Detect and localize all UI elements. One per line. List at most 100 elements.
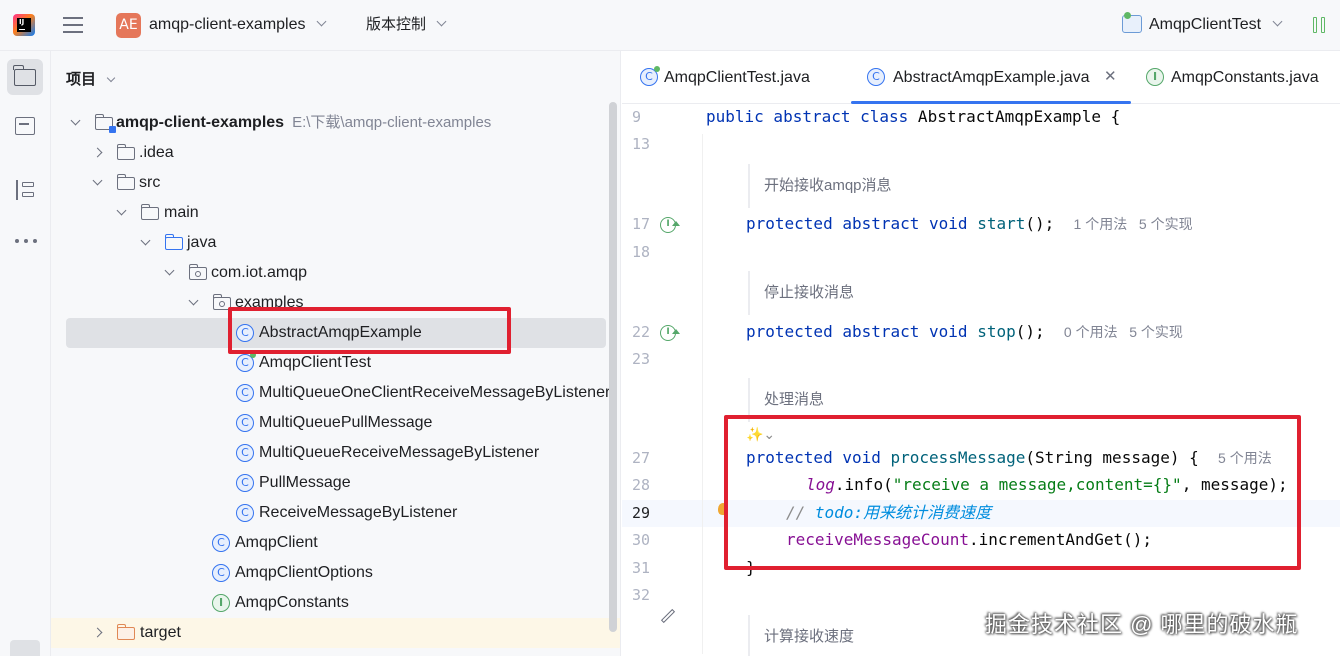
tree-item-receive-message[interactable]: C ReceiveMessageByListener [66, 498, 606, 528]
annotation-box-code [724, 415, 1301, 570]
folder-icon [13, 65, 36, 86]
project-tool-button[interactable] [7, 59, 43, 95]
doc-comment-start: 开始接收amqp消息 [748, 164, 892, 208]
logo-text: IJ [19, 18, 25, 26]
project-panel-title[interactable]: 项目 [66, 68, 116, 89]
class-icon: C [212, 534, 230, 552]
tree-item-label: .idea [139, 144, 174, 161]
watermark: 掘金技术社区 @ 哪里的破水瓶 [985, 612, 1299, 637]
expand-arrow-icon[interactable] [92, 147, 103, 158]
run-config-icon [1122, 12, 1142, 33]
tree-item-root[interactable]: amqp-client-examples E:\下载\amqp-client-ex… [66, 108, 606, 138]
tree-item-label: AmqpClientOptions [235, 564, 373, 581]
runnable-class-icon: C [640, 66, 660, 86]
line-number: 17 [632, 215, 651, 233]
more-icon [15, 239, 37, 243]
project-badge[interactable]: AE [116, 13, 141, 38]
expand-arrow-icon[interactable] [116, 205, 127, 216]
tree-item-main[interactable]: main [66, 198, 606, 228]
chevron-down-icon [1272, 16, 1282, 27]
tab-label: AbstractAmqpExample.java [893, 69, 1090, 86]
tree-item-amqp-client[interactable]: C AmqpClient [66, 528, 606, 558]
tree-item-label: AmqpClient [235, 534, 318, 551]
status-icon[interactable] [10, 640, 40, 656]
tree-item-pull-message[interactable]: C PullMessage [66, 468, 606, 498]
code-line-22: protected abstract void stop(); 0 个用法 5 … [746, 322, 1183, 342]
main-menu-icon[interactable] [63, 16, 83, 34]
structure-icon [16, 180, 34, 200]
expand-arrow-icon[interactable] [164, 265, 175, 276]
tree-item-package-amqp[interactable]: com.iot.amqp [66, 258, 606, 288]
editor-tabs: C AmqpClientTest.java C AbstractAmqpExam… [622, 51, 1340, 104]
line-number: 23 [632, 350, 651, 368]
tree-item-java[interactable]: java [66, 228, 606, 258]
structure-tool-button[interactable] [7, 172, 43, 208]
expand-arrow-icon[interactable] [70, 115, 81, 126]
code-token: protected abstract void [746, 322, 968, 341]
usages-hint[interactable]: 0 个用法 5 个实现 [1064, 324, 1183, 340]
usages-hint[interactable]: 1 个用法 5 个实现 [1074, 216, 1193, 232]
expand-arrow-icon[interactable] [140, 235, 151, 246]
code-token: stop [977, 322, 1016, 341]
tree-item-idea[interactable]: .idea [66, 138, 606, 168]
chevron-down-icon [316, 16, 327, 27]
project-name: amqp-client-examples [149, 16, 306, 33]
folder-icon [117, 144, 135, 160]
line-number: 27 [632, 449, 651, 467]
folder-icon [141, 204, 159, 220]
tree-item-multi-queue-one-client[interactable]: C MultiQueueOneClientReceiveMessageByLis… [66, 378, 610, 408]
class-icon: C [236, 504, 254, 522]
line-number: 9 [632, 108, 642, 126]
edit-pencil-icon[interactable] [660, 608, 676, 624]
run-config-selector[interactable]: AmqpClientTest [1149, 15, 1282, 35]
tree-item-target[interactable]: target [51, 618, 620, 648]
doc-comment-stop: 停止接收消息 [748, 271, 854, 315]
class-icon: C [236, 414, 254, 432]
tree-item-amqp-constants[interactable]: I AmqpConstants [66, 588, 606, 618]
runnable-class-icon: C [236, 352, 256, 372]
pause-icon[interactable] [1313, 17, 1326, 33]
tab-label: AmqpConstants.java [1171, 69, 1319, 86]
source-folder-icon [165, 234, 183, 250]
panel-title-label: 项目 [66, 71, 97, 88]
expand-arrow-icon[interactable] [188, 295, 199, 306]
root-path: E:\下载\amqp-client-examples [292, 114, 492, 131]
code-token: (); [1015, 322, 1045, 341]
commit-icon [15, 117, 35, 135]
chevron-down-icon [436, 16, 447, 27]
code-token: AbstractAmqpExample { [908, 107, 1121, 126]
vcs-menu[interactable]: 版本控制 [366, 15, 447, 35]
code-line-9: public abstract class AbstractAmqpExampl… [706, 107, 1120, 127]
line-number: 18 [632, 243, 651, 261]
tree-item-label: MultiQueueOneClientReceiveMessageByListe… [259, 384, 611, 401]
implementations-gutter-icon[interactable]: I [660, 217, 680, 233]
line-number: 13 [632, 135, 651, 153]
vcs-label: 版本控制 [366, 16, 427, 33]
expand-arrow-icon[interactable] [92, 175, 103, 186]
tree-item-multi-queue-receive[interactable]: C MultiQueueReceiveMessageByListener [66, 438, 606, 468]
close-tab-icon[interactable]: ✕ [1104, 69, 1117, 84]
intellij-logo-icon[interactable]: IJ [13, 14, 35, 36]
tree-item-label: src [139, 174, 161, 191]
module-folder-icon [95, 114, 116, 133]
tree-item-src[interactable]: src [66, 168, 606, 198]
tree-item-label: MultiQueuePullMessage [259, 414, 433, 431]
tree-item-multi-queue-pull[interactable]: C MultiQueuePullMessage [66, 408, 606, 438]
code-editor[interactable]: 9 13 17 18 22 23 27 28 29 30 31 32 I I ✨… [622, 104, 1340, 656]
expand-arrow-icon[interactable] [92, 627, 103, 638]
tool-window-stripe [0, 51, 51, 656]
tree-item-label: PullMessage [259, 474, 351, 491]
tree-item-label: java [187, 234, 217, 251]
commit-tool-button[interactable] [7, 108, 43, 144]
class-icon: C [236, 384, 254, 402]
project-scrollbar[interactable] [609, 102, 617, 632]
class-icon: C [212, 564, 230, 582]
more-tools-button[interactable] [7, 222, 43, 258]
title-bar: IJ AE amqp-client-examples 版本控制 AmqpClie… [0, 0, 1340, 51]
code-token: protected abstract void [746, 214, 968, 233]
project-switcher[interactable]: amqp-client-examples [149, 15, 327, 35]
implementations-gutter-icon[interactable]: I [660, 325, 680, 341]
tree-item-amqp-client-options[interactable]: C AmqpClientOptions [66, 558, 606, 588]
code-token: public abstract class [706, 107, 909, 126]
line-number: 32 [632, 586, 651, 604]
